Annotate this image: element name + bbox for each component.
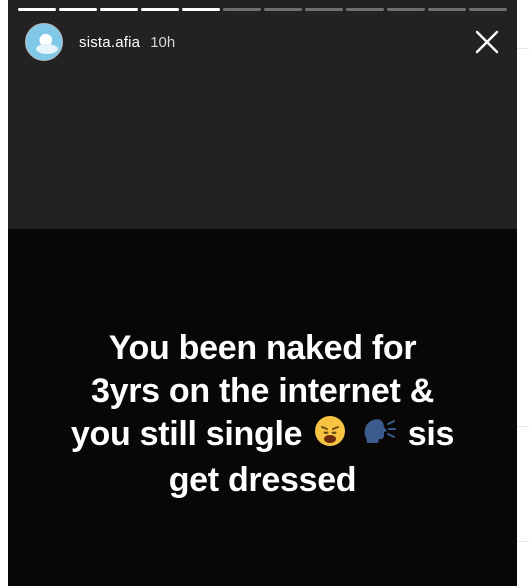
avatar[interactable] [25, 23, 63, 61]
caption-line-3-text: you still single [70, 415, 303, 453]
story-progress-bar [18, 8, 507, 11]
caption-line-2: 3yrs on the internet & [91, 372, 434, 410]
progress-segment [346, 8, 384, 11]
progress-segment [18, 8, 56, 11]
close-icon[interactable] [474, 29, 500, 55]
progress-segment [305, 8, 343, 11]
speaking-head-emoji-icon [361, 414, 397, 459]
progress-segment [141, 8, 179, 11]
progress-segment [264, 8, 302, 11]
progress-segment [182, 8, 220, 11]
caption-line-3-end: sis [407, 415, 455, 453]
caption-line-4: get dressed [168, 460, 357, 499]
story-timestamp: 10h [150, 33, 176, 51]
page-divider [517, 48, 529, 49]
page-divider [517, 541, 529, 542]
progress-segment [59, 8, 97, 11]
caption-line-3: you still single sis [8, 413, 517, 459]
progress-segment [469, 8, 507, 11]
weary-face-emoji-icon [313, 414, 347, 459]
story-header: sista.afia 10h [25, 23, 505, 61]
progress-segment [223, 8, 261, 11]
progress-segment [387, 8, 425, 11]
progress-segment [428, 8, 466, 11]
page-divider [517, 426, 529, 427]
story-viewer: sista.afia 10h You been naked for 3yrs o… [8, 0, 517, 586]
username[interactable]: sista.afia [79, 34, 140, 51]
progress-segment [100, 8, 138, 11]
caption-line-1: You been naked for [108, 329, 417, 367]
story-caption: You been naked for 3yrs on the internet … [8, 327, 517, 502]
